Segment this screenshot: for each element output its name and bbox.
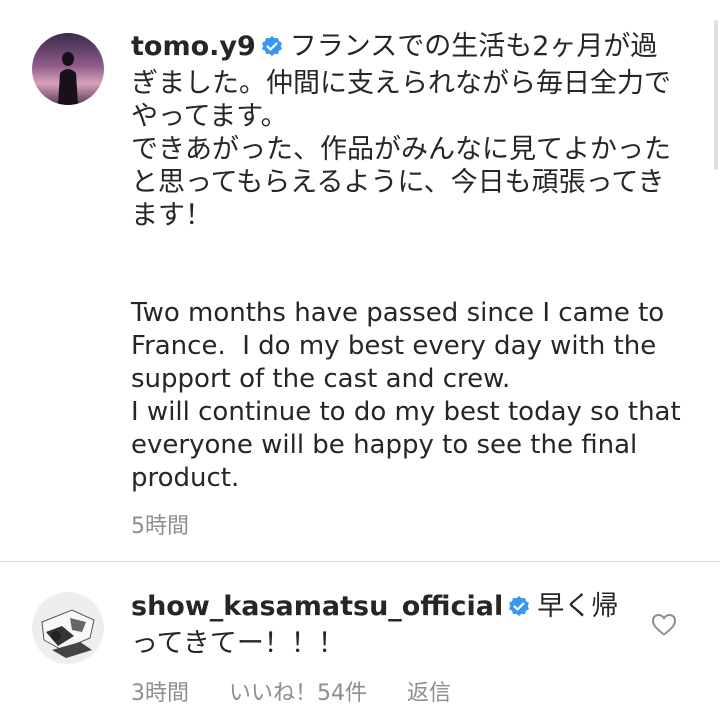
like-heart-icon[interactable] [651, 613, 677, 637]
reply-timestamp: 3時間 [131, 681, 189, 706]
reply-text-block: show_kasamatsu_official 早く帰ってきてー！！！ [131, 590, 621, 660]
reply-comment: show_kasamatsu_official 早く帰ってきてー！！！ 3時間 い… [0, 0, 720, 721]
reply-button[interactable]: 返信 [407, 675, 451, 707]
verified-badge-icon [507, 594, 531, 627]
reply-likes-count[interactable]: いいね！54件 [229, 675, 367, 707]
reply-meta: 3時間 いいね！54件 返信 [131, 675, 451, 707]
reply-username[interactable]: show_kasamatsu_official [131, 591, 503, 622]
reply-avatar[interactable] [32, 592, 104, 664]
